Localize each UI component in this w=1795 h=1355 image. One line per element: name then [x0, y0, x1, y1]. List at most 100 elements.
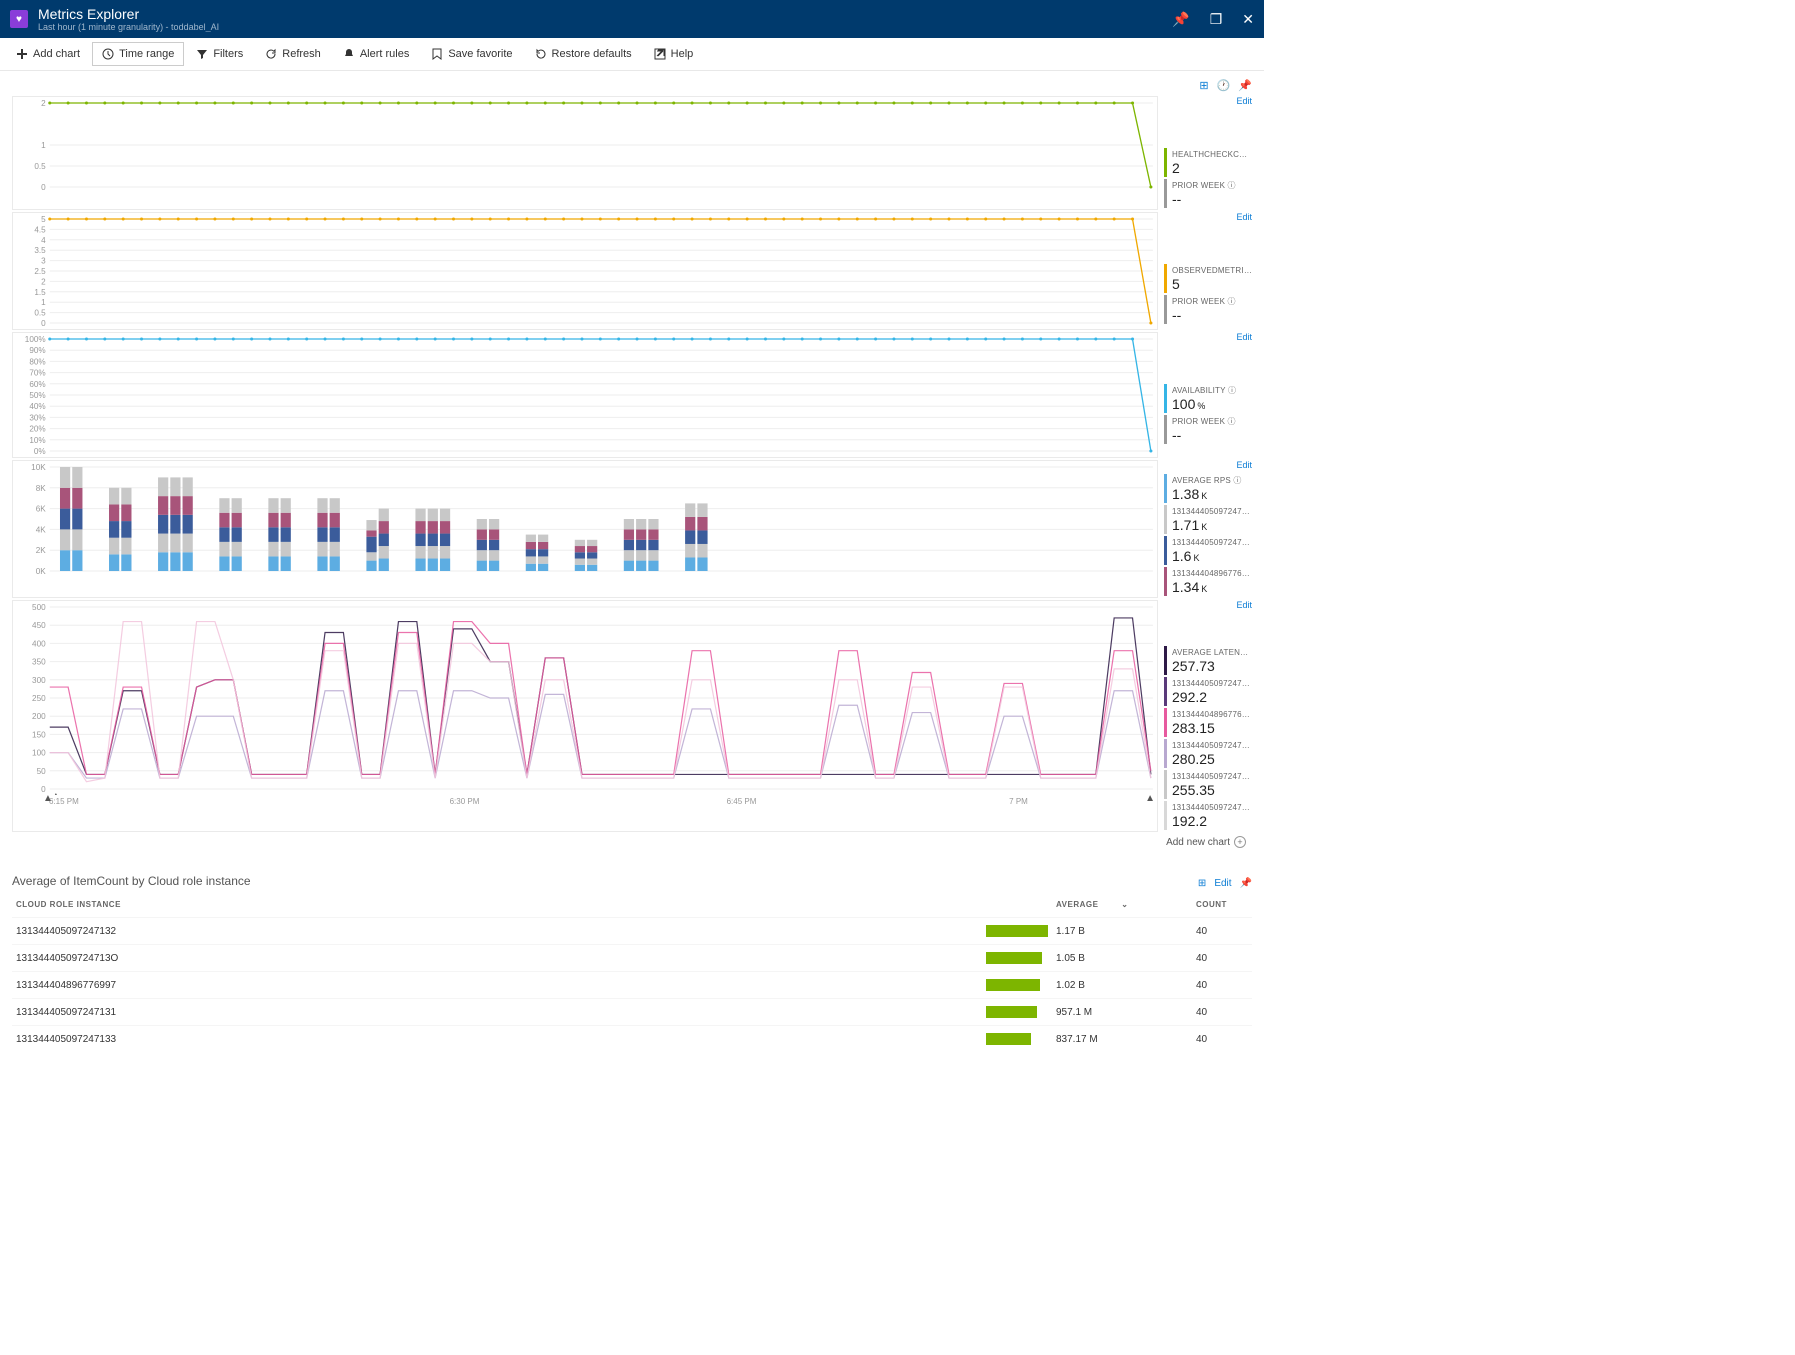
x-tick-label: 7 PM: [880, 797, 1157, 806]
restore-defaults-button[interactable]: Restore defaults: [525, 42, 642, 66]
add-chart-button[interactable]: Add chart: [6, 42, 90, 66]
svg-text:300: 300: [32, 676, 46, 685]
legend-item: AVERAGE RPS ⓘ1.38K: [1164, 474, 1252, 503]
alert-rules-button[interactable]: Alert rules: [333, 42, 420, 66]
svg-text:2: 2: [41, 99, 46, 108]
legend-item: AVAILABILITY ⓘ100%: [1164, 384, 1252, 413]
filters-button[interactable]: Filters: [186, 42, 253, 66]
table-pin-icon[interactable]: 📌: [1240, 878, 1252, 889]
pin-icon[interactable]: 📌: [1172, 11, 1189, 28]
x-tick-label: 6:30 PM: [326, 797, 603, 806]
svg-text:450: 450: [32, 621, 46, 630]
table-row[interactable]: 13134440509724713O1.05 B40: [12, 945, 1252, 972]
svg-text:20%: 20%: [29, 425, 45, 434]
svg-text:5: 5: [41, 215, 46, 224]
chart-latency: 050100150200250300350400450500▲6:15 PM6:…: [12, 600, 1158, 832]
legend-item: 131344404896776997 ⓘ283.15: [1164, 708, 1252, 737]
legend-item: 131344405097247132 ⓘ255.35: [1164, 770, 1252, 799]
legend-item: 131344405097247133 ⓘ192.2: [1164, 801, 1252, 830]
grid-view-icon[interactable]: ⊞: [1199, 79, 1208, 92]
app-logo-icon: ♥: [10, 10, 28, 28]
col-count[interactable]: COUNT: [1192, 892, 1252, 918]
svg-text:1: 1: [41, 298, 46, 307]
svg-text:40%: 40%: [29, 402, 45, 411]
svg-text:500: 500: [32, 603, 46, 612]
svg-text:8K: 8K: [36, 484, 47, 493]
svg-text:4.5: 4.5: [34, 225, 46, 234]
svg-text:0.5: 0.5: [34, 162, 46, 171]
svg-text:3.5: 3.5: [34, 246, 46, 255]
col-average[interactable]: AVERAGE: [1056, 900, 1098, 909]
clock-icon[interactable]: 🕐: [1217, 79, 1231, 92]
legend-item: OBSERVEDMETRICCO... ⓘ5: [1164, 264, 1252, 293]
legend-item: 13134440509724713O ⓘ280.25: [1164, 739, 1252, 768]
svg-text:2: 2: [41, 277, 46, 286]
legend-item: PRIOR WEEK ⓘ--: [1164, 295, 1252, 324]
legend-item: 131344405097247131 ⓘ292.2: [1164, 677, 1252, 706]
legend-item: 131344404896776997 ⓘ1.34K: [1164, 567, 1252, 596]
svg-text:3: 3: [41, 257, 46, 266]
table-row[interactable]: 131344405097247131957.1 M40: [12, 999, 1252, 1026]
svg-text:250: 250: [32, 694, 46, 703]
chart-edit-link[interactable]: Edit: [1236, 460, 1252, 470]
add-new-chart-link[interactable]: Add new chart: [1166, 837, 1230, 848]
svg-text:150: 150: [32, 730, 46, 739]
save-favorite-button[interactable]: Save favorite: [421, 42, 522, 66]
table-grid-icon[interactable]: ⊞: [1198, 878, 1206, 889]
close-icon[interactable]: ✕: [1242, 11, 1254, 28]
svg-text:400: 400: [32, 639, 46, 648]
legend-item: 13134440509724713O ⓘ1.71K: [1164, 505, 1252, 534]
svg-text:60%: 60%: [29, 380, 45, 389]
maximize-icon[interactable]: ❐: [1210, 11, 1223, 28]
chart-edit-link[interactable]: Edit: [1236, 600, 1252, 610]
time-range-button[interactable]: Time range: [92, 42, 184, 66]
svg-text:100%: 100%: [25, 335, 46, 344]
table-edit-link[interactable]: Edit: [1214, 878, 1231, 889]
svg-text:70%: 70%: [29, 369, 45, 378]
svg-text:6K: 6K: [36, 505, 47, 514]
svg-text:80%: 80%: [29, 357, 45, 366]
chart-edit-link[interactable]: Edit: [1236, 212, 1252, 222]
pin-chart-icon[interactable]: 📌: [1238, 79, 1252, 92]
x-tick-label: 6:15 PM: [49, 797, 326, 806]
toolbar: Add chart Time range Filters Refresh Ale…: [0, 38, 1264, 71]
table-row[interactable]: 1313444050972471321.17 B40: [12, 918, 1252, 945]
svg-text:0%: 0%: [34, 447, 46, 456]
svg-text:0.5: 0.5: [34, 309, 46, 318]
chart-observed: 00.511.522.533.544.55: [12, 212, 1158, 330]
svg-text:90%: 90%: [29, 346, 45, 355]
svg-text:1: 1: [41, 141, 46, 150]
svg-text:1.5: 1.5: [34, 288, 46, 297]
plus-icon[interactable]: +: [1234, 836, 1246, 848]
col-instance[interactable]: CLOUD ROLE INSTANCE: [12, 892, 982, 918]
svg-text:100: 100: [32, 749, 46, 758]
chart-edit-link[interactable]: Edit: [1236, 332, 1252, 342]
chart-edit-link[interactable]: Edit: [1236, 96, 1252, 106]
page-subtitle: Last hour (1 minute granularity) - todda…: [38, 22, 1152, 32]
help-button[interactable]: Help: [644, 42, 704, 66]
svg-text:200: 200: [32, 712, 46, 721]
legend-item: 131344405097247132 ⓘ1.6K: [1164, 536, 1252, 565]
svg-text:0: 0: [41, 319, 46, 328]
svg-text:0: 0: [41, 183, 46, 192]
refresh-button[interactable]: Refresh: [255, 42, 331, 66]
app-header: ♥ Metrics Explorer Last hour (1 minute g…: [0, 0, 1264, 38]
svg-text:10%: 10%: [29, 436, 45, 445]
sort-desc-icon[interactable]: ⌄: [1121, 900, 1128, 909]
table-row[interactable]: 131344405097247133837.17 M40: [12, 1026, 1252, 1053]
table-row[interactable]: 1313444048967769971.02 B40: [12, 972, 1252, 999]
svg-text:0K: 0K: [36, 567, 47, 576]
svg-text:50: 50: [37, 767, 47, 776]
legend-item: PRIOR WEEK ⓘ--: [1164, 415, 1252, 444]
svg-text:2K: 2K: [36, 546, 47, 555]
legend-item: AVERAGE LATENCY ⓘ257.73: [1164, 646, 1252, 675]
svg-text:50%: 50%: [29, 391, 45, 400]
svg-text:30%: 30%: [29, 413, 45, 422]
svg-text:350: 350: [32, 658, 46, 667]
svg-text:4K: 4K: [36, 525, 47, 534]
x-tick-label: 6:45 PM: [603, 797, 880, 806]
metrics-table: CLOUD ROLE INSTANCE AVERAGE ⌄ COUNT 1313…: [12, 892, 1252, 1052]
chart-avail: 0% 10% 20% 30% 40% 50% 60% 70% 80% 90% 100%: [12, 332, 1158, 458]
chart-rps: 0K2K4K6K8K10K: [12, 460, 1158, 598]
chart-health: 0 0.5 1 2: [12, 96, 1158, 210]
